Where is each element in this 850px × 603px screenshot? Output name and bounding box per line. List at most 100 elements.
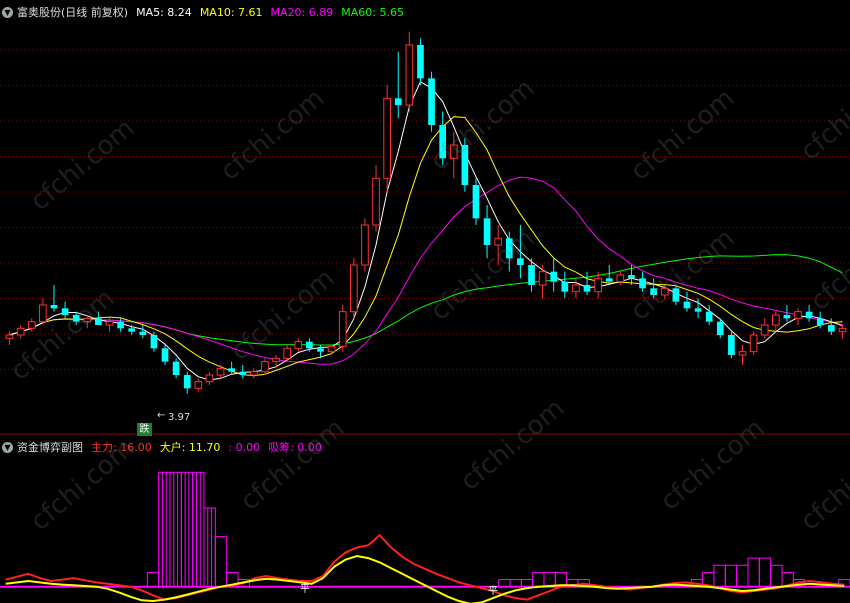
candle-body-up [738,351,747,356]
candle-body-down [483,218,491,245]
candle-body-down [550,271,558,282]
candle-body-down [628,275,635,279]
candle-body-down [683,301,691,309]
candle-body-down [694,308,702,312]
candle-body-down [583,285,591,292]
candle-body-down [161,348,169,362]
candle-body-up [83,317,92,323]
candle-body-down [716,321,724,335]
histogram-bar [543,571,556,588]
candle-body-up [327,345,336,353]
candle-body-down [705,311,713,322]
low-price-label: 3.97 [168,412,191,423]
low-arrow-icon: ← [157,410,166,421]
sub-label-0: 主力: 16.00 [91,441,152,454]
candle-body-up [449,144,458,159]
histogram-bar [713,564,726,588]
candle-body-down [561,281,569,292]
sub-label-1: 大户: 11.70 [159,441,221,454]
candle-body-down [805,311,813,319]
dropdown-icon[interactable]: ▼ [2,6,13,18]
ma10-line [9,116,843,377]
histogram-bar [158,471,171,588]
sub-label-2: : 0.00 [228,441,261,454]
capital-game-subchart[interactable] [0,436,850,603]
candle-body-up [838,327,847,333]
candle-body-down [672,288,680,302]
candle-body-up [5,334,14,339]
candle-body-up [39,304,47,323]
histogram-bar [180,471,194,588]
histogram-bar [498,579,511,588]
histogram-bar [203,507,216,588]
histogram-bar [532,571,545,588]
candle-body-up [572,284,580,293]
candle-body-up [194,381,203,389]
candle-body-up [594,277,602,293]
histogram-bar [146,571,160,588]
candle-body-down [728,335,735,355]
candle-body-down [95,318,102,325]
candle-body-up [27,321,36,329]
candle-body-down [306,341,313,349]
candle-body-down [72,315,80,322]
candle-body-up [794,311,802,319]
histogram-bar [724,564,738,588]
candle-body-up [660,287,669,296]
candle-body-up [349,264,358,313]
candle-body-down [461,145,469,185]
candle-body-down [639,278,646,289]
candle-body-up [749,334,758,353]
candle-body-up [616,274,625,283]
histogram-bar [758,557,772,588]
candle-body-up [383,97,391,179]
candle-body-up [338,311,347,347]
candle-body-down [828,325,835,332]
big-holder-line [5,554,845,603]
ma-label-0: MA5: 8.24 [136,5,192,19]
candle-body-up [283,347,292,359]
histogram-bar [192,471,205,588]
candle-body-up [405,44,414,106]
subchart-legend: 主力: 16.00 大户: 11.70: 0.00 吸筹: 0.00 [91,439,330,455]
candle-body-down [172,361,180,375]
candle-body-down [417,45,424,79]
candle-body-down [139,331,147,335]
candle-body-up [361,224,369,266]
candle-body-down [150,335,158,349]
main-force-line [5,533,845,601]
candle-body-down [117,321,124,329]
main-chart-header: ▼ 富奥股份(日线 前复权) MA5: 8.24 MA10: 7.61 MA20: … [2,2,412,22]
candle-body-down [439,125,446,159]
die-signal-badge: 跌 [137,423,152,436]
candle-body-up [294,341,303,349]
candle-body-up [760,324,769,336]
candle-body-up [538,271,547,286]
ping-signal-2: 平 [488,586,498,597]
ma-legend: MA5: 8.24 MA10: 7.61 MA20: 6.89 MA60: 5.65 [136,6,412,19]
candle-body-down [183,375,191,389]
candle-body-down [528,265,535,285]
candlestick-chart[interactable] [0,0,850,436]
stock-title: 富奥股份(日线 前复权) [17,6,129,19]
candle-body-down [816,318,824,325]
ping-signal-1: 平 [300,584,310,595]
candle-body-up [272,357,280,363]
dropdown-icon[interactable]: ▼ [2,441,13,453]
histogram-bar [509,579,522,588]
candle-body-down [783,315,791,319]
candle-body-up [105,321,114,326]
candle-body-up [771,314,780,326]
candle-body-up [372,177,380,226]
candle-body-down [505,238,513,259]
histogram-bar [520,579,534,588]
histogram-bar [214,536,228,588]
ma20-line [9,176,843,365]
candle-body-down [50,305,58,309]
histogram-bar [736,564,749,588]
candle-body-down [394,98,402,105]
candle-body-down [472,185,480,219]
ma-label-1: MA10: 7.61 [199,5,263,19]
candle-body-up [494,237,503,246]
ma-label-2: MA20: 6.89 [270,5,334,19]
